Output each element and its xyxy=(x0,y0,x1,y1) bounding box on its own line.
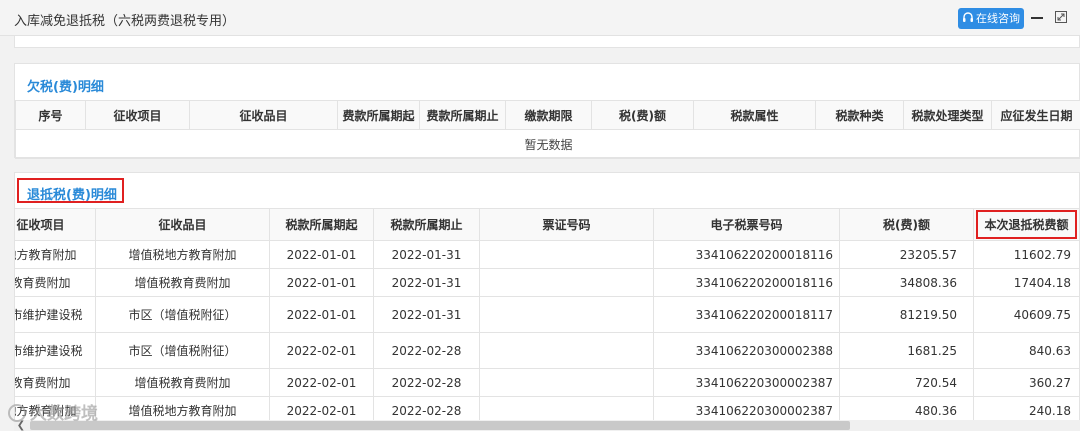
headset-icon xyxy=(963,12,973,22)
cell-ticket xyxy=(479,268,654,297)
refund-amount-highlight xyxy=(976,210,1077,239)
cell-start: 2022-01-01 xyxy=(269,240,374,269)
refund-title: 退抵税(费)明细 xyxy=(27,188,117,203)
cell-item: 城市维护建设税 xyxy=(15,296,96,333)
watermark-logo-icon xyxy=(8,404,26,422)
col-header: 征收项目 xyxy=(85,100,190,130)
cell-end: 2022-01-31 xyxy=(373,240,480,269)
scroll-thumb[interactable] xyxy=(30,421,850,430)
cell-refund: 11602.79 xyxy=(973,240,1079,269)
owed-header-row: 序号 征收项目 征收品目 费款所属期起 费款所属期止 缴款期限 税(费)额 税款… xyxy=(15,100,1080,130)
col-header: 税款属性 xyxy=(693,100,816,130)
cell-start: 2022-02-01 xyxy=(269,368,374,397)
watermark-text: 大数跨境 xyxy=(30,404,98,424)
col-header: 税款处理类型 xyxy=(903,100,992,130)
col-header: 征收品目 xyxy=(95,208,270,241)
col-header: 税(费)额 xyxy=(591,100,694,130)
cell-end: 2022-01-31 xyxy=(373,296,480,333)
col-header: 征收项目 xyxy=(15,208,96,241)
col-header: 序号 xyxy=(15,100,86,130)
cell-end: 2022-01-31 xyxy=(373,268,480,297)
cell-ticket xyxy=(479,296,654,333)
cell-subitem: 市区（增值税附征） xyxy=(95,332,270,369)
table-row[interactable]: 地方教育附加 增值税地方教育附加 2022-01-01 2022-01-31 3… xyxy=(15,240,1079,269)
cell-start: 2022-02-01 xyxy=(269,332,374,369)
col-header: 费款所属期止 xyxy=(419,100,506,130)
col-header: 票证号码 xyxy=(479,208,654,241)
cell-amount: 720.54 xyxy=(839,368,974,397)
cell-amount: 34808.36 xyxy=(839,268,974,297)
cell-amount: 23205.57 xyxy=(839,240,974,269)
cell-end: 2022-02-28 xyxy=(373,332,480,369)
cell-eticket: 334106220300002388 xyxy=(653,332,840,369)
maximize-icon[interactable] xyxy=(1055,11,1067,23)
cell-subitem: 增值税地方教育附加 xyxy=(95,240,270,269)
table-row[interactable]: 教育费附加 增值税教育费附加 2022-02-01 2022-02-28 334… xyxy=(15,368,1079,397)
col-header: 费款所属期起 xyxy=(337,100,420,130)
refund-title-highlight: 退抵税(费)明细 xyxy=(17,178,124,203)
table-row[interactable]: 城市维护建设税 市区（增值税附征） 2022-02-01 2022-02-28 … xyxy=(15,332,1079,369)
col-header: 电子税票号码 xyxy=(653,208,840,241)
cell-subitem: 增值税教育费附加 xyxy=(95,268,270,297)
cell-start: 2022-01-01 xyxy=(269,268,374,297)
col-header: 缴款期限 xyxy=(505,100,592,130)
cell-ticket xyxy=(479,332,654,369)
refund-section: 退抵税(费)明细 征收项目 征收品目 税款所属期起 税款所属期止 票证号码 电子… xyxy=(14,172,1080,431)
table-row[interactable]: 城市维护建设税 市区（增值税附征） 2022-01-01 2022-01-31 … xyxy=(15,296,1079,333)
col-header-refund-amount: 本次退抵税费额 xyxy=(973,208,1079,241)
cell-amount: 1681.25 xyxy=(839,332,974,369)
refund-header-row: 征收项目 征收品目 税款所属期起 税款所属期止 票证号码 电子税票号码 税(费)… xyxy=(15,208,1079,241)
owed-tax-table: 序号 征收项目 征收品目 费款所属期起 费款所属期止 缴款期限 税(费)额 税款… xyxy=(15,100,1080,159)
cell-refund: 360.27 xyxy=(973,368,1079,397)
col-header: 税款所属期止 xyxy=(373,208,480,241)
col-header: 应征发生日期 xyxy=(991,100,1080,130)
cell-eticket: 334106220200018116 xyxy=(653,268,840,297)
cell-refund: 840.63 xyxy=(973,332,1079,369)
cell-subitem: 市区（增值税附征） xyxy=(95,296,270,333)
cell-ticket xyxy=(479,368,654,397)
cell-refund: 17404.18 xyxy=(973,268,1079,297)
cell-item: 教育费附加 xyxy=(15,268,96,297)
col-header: 税款种类 xyxy=(815,100,904,130)
cell-end: 2022-02-28 xyxy=(373,368,480,397)
cell-amount: 81219.50 xyxy=(839,296,974,333)
owed-tax-title: 欠税(费)明细 xyxy=(27,80,104,95)
cell-eticket: 334106220300002387 xyxy=(653,368,840,397)
empty-message: 暂无数据 xyxy=(15,129,1080,159)
online-consult-label: 在线咨询 xyxy=(976,12,1020,25)
cell-start: 2022-01-01 xyxy=(269,296,374,333)
cell-subitem: 增值税教育费附加 xyxy=(95,368,270,397)
cell-refund: 40609.75 xyxy=(973,296,1079,333)
table-row[interactable]: 教育费附加 增值税教育费附加 2022-01-01 2022-01-31 334… xyxy=(15,268,1079,297)
col-header: 征收品目 xyxy=(189,100,338,130)
col-header: 税(费)额 xyxy=(839,208,974,241)
upper-panel-edge xyxy=(14,36,1080,48)
owed-tax-section: 欠税(费)明细 序号 征收项目 征收品目 费款所属期起 费款所属期止 缴款期限 … xyxy=(14,63,1080,159)
online-consult-button[interactable]: 在线咨询 xyxy=(958,8,1024,29)
cell-eticket: 334106220200018117 xyxy=(653,296,840,333)
cell-item: 城市维护建设税 xyxy=(15,332,96,369)
cell-item: 教育费附加 xyxy=(15,368,96,397)
cell-eticket: 334106220200018116 xyxy=(653,240,840,269)
col-header: 税款所属期起 xyxy=(269,208,374,241)
watermark: 大数跨境 xyxy=(8,399,98,424)
cell-item: 地方教育附加 xyxy=(15,240,96,269)
cell-ticket xyxy=(479,240,654,269)
refund-table: 征收项目 征收品目 税款所属期起 税款所属期止 票证号码 电子税票号码 税(费)… xyxy=(15,208,1079,425)
window-title: 入库减免退抵税（六税两费退税专用） xyxy=(14,14,236,29)
title-bar: 入库减免退抵税（六税两费退税专用） 在线咨询 xyxy=(0,0,1080,36)
minimize-icon[interactable] xyxy=(1031,17,1043,19)
